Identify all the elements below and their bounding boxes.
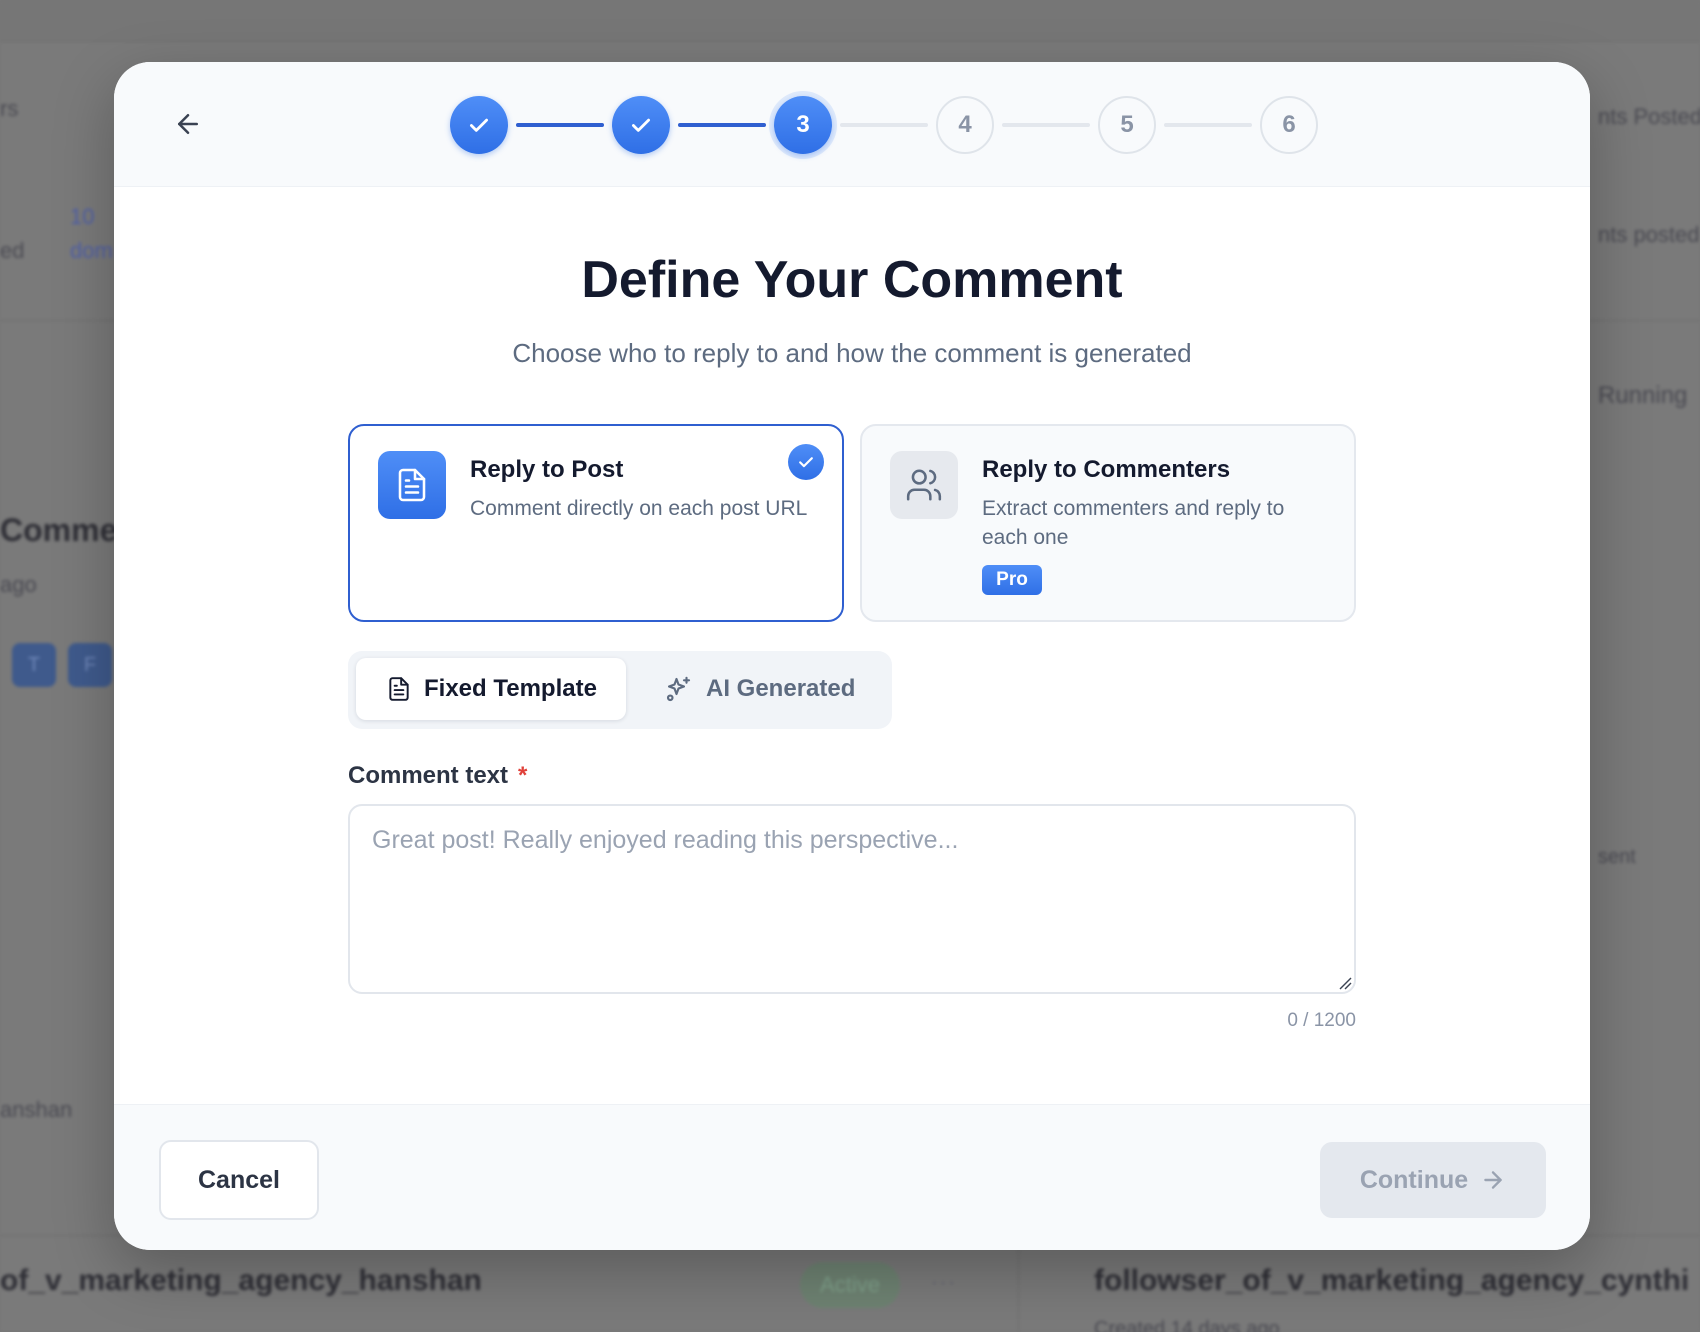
- option-title: Reply to Commenters: [982, 456, 1231, 483]
- background-text: Comme: [0, 512, 118, 548]
- reply-to-commenters-option[interactable]: Reply to Commenters Extract commenters a…: [860, 424, 1356, 622]
- option-title: Reply to Post: [470, 456, 624, 483]
- character-counter: 0 / 1200: [1287, 1010, 1356, 1031]
- users-icon: [890, 451, 958, 519]
- background-text: Created 14 days ago: [1094, 1318, 1280, 1332]
- step-3-current: 3: [774, 96, 832, 154]
- background-divider: [1018, 1236, 1019, 1332]
- arrow-left-icon: [173, 109, 203, 144]
- background-text: ···: [930, 1266, 956, 1296]
- step-1-completed: [450, 96, 508, 154]
- background-text: Running: [1598, 382, 1688, 409]
- background-topbar: [0, 0, 1700, 42]
- selected-check-icon: [788, 444, 824, 480]
- required-mark: *: [518, 762, 528, 789]
- document-icon: [389, 677, 409, 701]
- back-button[interactable]: [168, 106, 208, 146]
- pro-badge: Pro: [982, 565, 1042, 595]
- step-6: 6: [1260, 96, 1318, 154]
- modal-footer: Cancel Continue: [114, 1104, 1590, 1250]
- background-text: rs: [0, 96, 19, 121]
- step-5: 5: [1098, 96, 1156, 154]
- continue-label: Continue: [1359, 1165, 1469, 1194]
- sparkles-icon: [666, 676, 691, 702]
- step-connector: [1002, 123, 1090, 127]
- tab-label: Fixed Template: [424, 675, 597, 702]
- background-text: nts posted: [1598, 222, 1700, 247]
- background-text: dom: [70, 238, 113, 263]
- background-status-pill: Active: [800, 1262, 900, 1308]
- label-text: Comment text: [348, 762, 509, 789]
- step-connector: [678, 123, 766, 127]
- option-description: Comment directly on each post URL: [470, 497, 808, 520]
- reply-to-post-option[interactable]: Reply to Post Comment directly on each p…: [348, 424, 844, 622]
- background-chip: F: [68, 643, 112, 687]
- continue-button[interactable]: Continue: [1320, 1142, 1546, 1218]
- ai-generated-tab[interactable]: AI Generated: [664, 658, 874, 720]
- background-chip: T: [12, 643, 56, 687]
- progress-stepper: 3 4 5 6: [450, 96, 1318, 154]
- background-text: ago: [0, 572, 37, 597]
- arrow-right-icon: [1484, 1171, 1502, 1189]
- define-comment-modal: 3 4 5 6 Define Your Comment Choose who t…: [114, 62, 1590, 1250]
- background-text: sent: [1598, 846, 1636, 868]
- background-text: nts Posted: [1598, 104, 1700, 129]
- background-text: of_v_marketing_agency_hanshan: [0, 1264, 482, 1297]
- page-subtitle: Choose who to reply to and how the comme…: [512, 338, 1192, 368]
- option-description: Extract commenters and reply to each one: [982, 497, 1285, 549]
- comment-text-input[interactable]: [348, 804, 1356, 994]
- tab-label: AI Generated: [706, 675, 856, 702]
- cancel-button[interactable]: Cancel: [159, 1140, 319, 1220]
- background-text: 10: [70, 204, 95, 229]
- background-text: ed: [0, 238, 25, 263]
- step-connector: [1164, 123, 1252, 127]
- check-icon: [470, 118, 488, 132]
- step-4: 4: [936, 96, 994, 154]
- step-connector: [840, 123, 928, 127]
- background-text: anshan: [0, 1097, 73, 1122]
- page-title: Define Your Comment: [581, 251, 1123, 309]
- modal-header: 3 4 5 6: [114, 62, 1590, 187]
- comment-mode-toggle: Fixed Template AI Generated: [348, 651, 892, 729]
- background-text: followser_of_v_marketing_agency_cynthi: [1094, 1264, 1690, 1297]
- fixed-template-tab[interactable]: Fixed Template: [356, 658, 626, 720]
- step-connector: [516, 123, 604, 127]
- document-icon: [378, 451, 446, 519]
- step-2-completed: [612, 96, 670, 154]
- comment-text-label: Comment text *: [348, 762, 527, 790]
- check-icon: [632, 118, 650, 132]
